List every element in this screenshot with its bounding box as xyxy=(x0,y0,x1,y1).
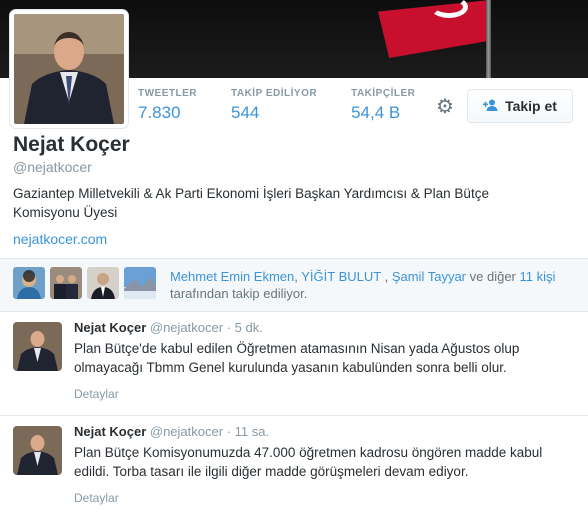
tweet-item[interactable]: Nejat Koçer @nejatkocer · 5 dk. Plan Büt… xyxy=(0,313,588,416)
tweet-text: Plan Bütçe Komisyonumuzda 47.000 öğretme… xyxy=(74,445,543,479)
followers-you-know: Mehmet Emin Ekmen, YİĞİT BULUT , Şamil T… xyxy=(0,258,588,312)
tweet-header: Nejat Koçer @nejatkocer · 5 dk. xyxy=(74,320,263,335)
follow-button[interactable]: Takip et xyxy=(467,89,573,123)
stat-value: 54,4 B xyxy=(351,103,401,122)
profile-url[interactable]: nejatkocer.com xyxy=(13,231,107,247)
tweet-text: Plan Bütçe'de kabul edilen Öğretmen atam… xyxy=(74,341,520,375)
tweet-author-name[interactable]: Nejat Koçer xyxy=(74,424,146,439)
tweet-avatar[interactable] xyxy=(13,426,62,475)
stat-tweets[interactable]: TWEETLER 7.830 xyxy=(138,88,197,123)
tweet-header: Nejat Koçer @nejatkocer · 11 sa. xyxy=(74,424,269,439)
followed-by-suffix: tarafından takip ediliyor. xyxy=(170,286,308,301)
follower-count-link[interactable]: 11 kişi xyxy=(520,269,556,284)
follower-avatar[interactable] xyxy=(87,267,119,299)
stat-label: TAKİP EDİLİYOR xyxy=(231,88,318,99)
tweet-details-link[interactable]: Detaylar xyxy=(74,387,119,401)
and-others-text: ve diğer xyxy=(466,269,520,284)
flag-pole xyxy=(486,0,491,78)
profile-stats: TWEETLER 7.830 TAKİP EDİLİYOR 544 TAKİPÇ… xyxy=(138,88,449,123)
follower-avatar[interactable] xyxy=(124,267,156,299)
separator: , xyxy=(380,269,392,284)
stat-value: 544 xyxy=(231,103,260,122)
tweet-timestamp[interactable]: · 5 dk. xyxy=(227,320,263,335)
profile-photo xyxy=(14,14,124,124)
stat-label: TAKİPÇİLER xyxy=(351,88,416,99)
profile-avatar[interactable] xyxy=(10,10,128,128)
tweet-timestamp[interactable]: · 11 sa. xyxy=(227,424,269,439)
tweet-author-name[interactable]: Nejat Koçer xyxy=(74,320,146,335)
tweet-author-handle[interactable]: @nejatkocer xyxy=(150,320,223,335)
follow-button-label: Takip et xyxy=(505,98,557,114)
stat-followers[interactable]: TAKİPÇİLER 54,4 B xyxy=(351,88,415,123)
profile-bio: Gaziantep Milletvekili & Ak Parti Ekonom… xyxy=(13,186,489,220)
stat-label: TWEETLER xyxy=(138,88,197,99)
tweet-avatar[interactable] xyxy=(13,322,62,371)
follower-link[interactable]: Mehmet Emin Ekmen xyxy=(170,269,294,284)
profile-name[interactable]: Nejat Koçer xyxy=(13,133,130,157)
add-user-icon xyxy=(483,99,499,114)
tweet-details-link[interactable]: Detaylar xyxy=(74,491,119,505)
profile-handle: @nejatkocer xyxy=(13,159,92,175)
gear-icon[interactable]: ⚙ xyxy=(434,96,456,118)
tweet-author-handle[interactable]: @nejatkocer xyxy=(150,424,223,439)
follower-avatar[interactable] xyxy=(13,267,45,299)
follower-avatar[interactable] xyxy=(50,267,82,299)
follower-link[interactable]: YİĞİT BULUT xyxy=(301,269,381,284)
stat-following[interactable]: TAKİP EDİLİYOR 544 xyxy=(231,88,317,123)
followers-you-know-text: Mehmet Emin Ekmen, YİĞİT BULUT , Şamil T… xyxy=(170,268,580,302)
stat-value: 7.830 xyxy=(138,103,181,122)
follower-link[interactable]: Şamil Tayyar xyxy=(392,269,466,284)
tweet-item[interactable]: Nejat Koçer @nejatkocer · 11 sa. Plan Bü… xyxy=(0,417,588,520)
